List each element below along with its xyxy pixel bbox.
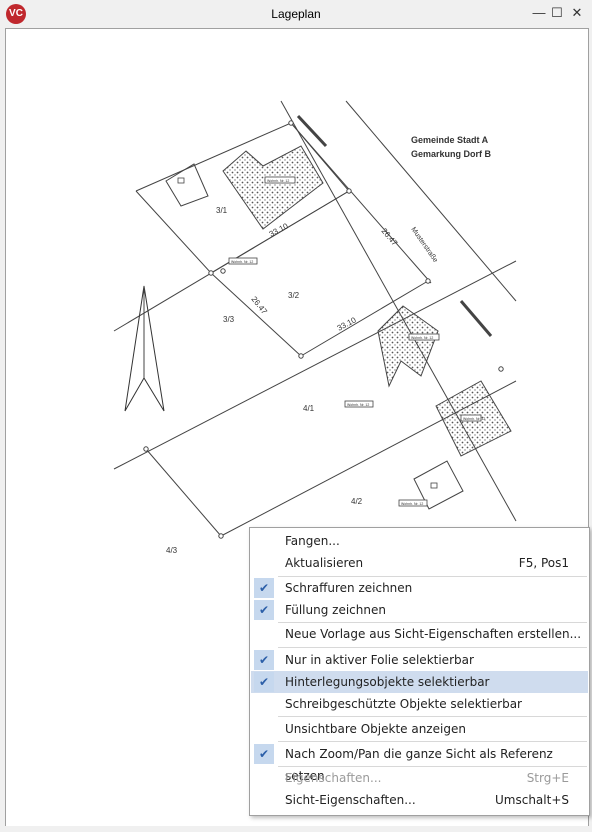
- menu-item-hinterlegungsobjekte[interactable]: ✔ Hinterlegungsobjekte selektierbar: [251, 671, 588, 693]
- minimize-button[interactable]: —: [529, 3, 549, 23]
- menu-item-label: Neue Vorlage aus Sicht-Eigenschaften ers…: [285, 627, 582, 641]
- menu-item-shortcut: F5, Pos1: [518, 556, 569, 570]
- menu-item-label: Nur in aktiver Folie selektierbar: [285, 653, 474, 667]
- parcel-label: 3/3: [223, 315, 235, 324]
- context-menu: Fangen... Aktualisieren F5, Pos1 ✔ Schra…: [249, 527, 590, 816]
- maximize-button[interactable]: ☐: [547, 3, 567, 23]
- parcel-label: 3/2: [288, 291, 300, 300]
- building-label-5: Wohnh. Nr. 12: [401, 502, 423, 506]
- check-icon: ✔: [254, 744, 274, 764]
- menu-separator: [278, 716, 587, 717]
- dimension-label: 26.47: [379, 227, 399, 249]
- menu-item-label: Fangen...: [285, 534, 340, 548]
- building-label-6: Wohnh. Nr. 12: [463, 417, 485, 421]
- check-icon: ✔: [254, 578, 274, 598]
- menu-separator: [278, 647, 587, 648]
- window-title: Lageplan: [271, 7, 321, 21]
- menu-item-neue-vorlage[interactable]: Neue Vorlage aus Sicht-Eigenschaften ers…: [251, 623, 588, 645]
- menu-item-shortcut: Strg+E: [526, 771, 569, 785]
- menu-item-label: Hinterlegungsobjekte selektierbar: [285, 675, 490, 689]
- parcel-label: 4/1: [303, 404, 315, 413]
- menu-item-shortcut: Umschalt+S: [495, 793, 569, 807]
- menu-separator: [278, 741, 587, 742]
- menu-item-label: Schraffuren zeichnen: [285, 581, 413, 595]
- district-label: Gemarkung Dorf B: [411, 149, 492, 159]
- menu-item-schraffuren[interactable]: ✔ Schraffuren zeichnen: [251, 577, 588, 599]
- building-label-4: Wohnh. Nr. 12: [231, 260, 253, 264]
- menu-item-label: Unsichtbare Objekte anzeigen: [285, 722, 466, 736]
- parcel-label: 3/1: [216, 206, 228, 215]
- menu-item-unsichtbare[interactable]: Unsichtbare Objekte anzeigen: [251, 718, 588, 740]
- menu-item-fuellung[interactable]: ✔ Füllung zeichnen: [251, 599, 588, 621]
- check-icon: ✔: [254, 600, 274, 620]
- menu-item-label: Schreibgeschützte Objekte selektierbar: [285, 697, 522, 711]
- close-button[interactable]: ✕: [567, 3, 587, 23]
- menu-item-label: Füllung zeichnen: [285, 603, 386, 617]
- parcel-label: 4/2: [351, 497, 363, 506]
- menu-item-sicht-eigenschaften[interactable]: Sicht-Eigenschaften... Umschalt+S: [251, 789, 588, 811]
- building-label-1: Wohnh. Nr. 12: [267, 179, 289, 183]
- check-icon: ✔: [254, 650, 274, 670]
- parcel-label: 4/3: [166, 546, 178, 555]
- menu-item-nur-aktive-folie[interactable]: ✔ Nur in aktiver Folie selektierbar: [251, 649, 588, 671]
- menu-item-zoom-pan[interactable]: ✔ Nach Zoom/Pan die ganze Sicht als Refe…: [251, 743, 588, 783]
- check-icon: ✔: [254, 672, 274, 692]
- window-frame-bottom: [0, 826, 592, 832]
- menu-item-label: Eigenschaften...: [285, 771, 382, 785]
- menu-item-label: Aktualisieren: [285, 556, 364, 570]
- dimension-label: 33.10: [336, 315, 358, 333]
- municipality-label: Gemeinde Stadt A: [411, 135, 489, 145]
- menu-item-label: Sicht-Eigenschaften...: [285, 793, 416, 807]
- street-label: Musterstraße: [409, 226, 438, 264]
- menu-item-fangen[interactable]: Fangen...: [251, 530, 588, 552]
- menu-item-eigenschaften[interactable]: Eigenschaften... Strg+E: [251, 767, 588, 789]
- menu-item-aktualisieren[interactable]: Aktualisieren F5, Pos1: [251, 552, 588, 574]
- building-label-2: Wohnh. Nr. 12: [411, 336, 433, 340]
- title-bar: VC Lageplan — ☐ ✕: [0, 0, 592, 28]
- dimension-label: 33.10: [268, 221, 290, 239]
- dimension-label: 26.47: [249, 295, 269, 317]
- building-label-3: Wohnh. Nr. 12: [347, 403, 369, 407]
- menu-item-schreibgeschuetzte[interactable]: Schreibgeschützte Objekte selektierbar: [251, 693, 588, 715]
